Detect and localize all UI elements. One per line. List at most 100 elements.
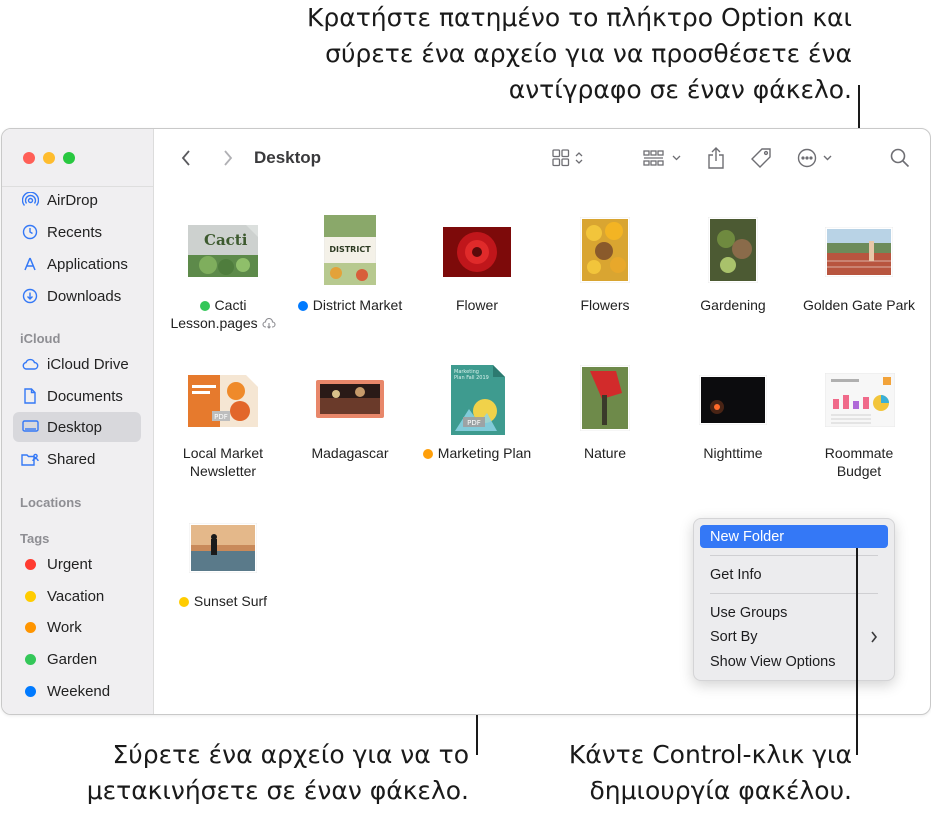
file-name: Roommate [824, 445, 894, 461]
search-button[interactable] [888, 129, 912, 187]
sidebar-item-documents[interactable]: Documents [13, 381, 141, 411]
file-name: Madagascar [311, 445, 389, 461]
file-label-marketing-plan[interactable]: Marketing Plan [407, 444, 547, 462]
menu-item-use-groups[interactable]: Use Groups [700, 601, 888, 624]
sidebar-item-recents[interactable]: Recents [13, 217, 141, 247]
menu-item-label: Sort By [710, 628, 758, 645]
sidebar-item-label: Documents [47, 387, 123, 405]
file-label-gardening[interactable]: Gardening [663, 296, 803, 314]
file-name: Sunset Surf [193, 593, 268, 609]
ellipsis-circle-icon [797, 148, 832, 168]
file-name: Cacti [214, 297, 247, 313]
sidebar-item-downloads[interactable]: Downloads [13, 281, 141, 311]
document-icon [21, 387, 39, 405]
file-label-cacti[interactable]: Cacti Lesson.pages [153, 296, 293, 332]
sidebar-tag-work[interactable]: Work [13, 612, 141, 642]
sidebar-item-label: AirDrop [47, 191, 98, 209]
file-thumb-flowers[interactable] [579, 216, 631, 284]
file-label-nighttime[interactable]: Nighttime [663, 444, 803, 462]
file-thumb-gardening[interactable] [707, 216, 759, 284]
file-name: Flower [455, 297, 498, 313]
sidebar-item-icloud-drive[interactable]: iCloud Drive [13, 349, 141, 379]
traffic-lights [23, 152, 75, 164]
clock-icon [21, 223, 39, 241]
file-label-madagascar[interactable]: Madagascar [280, 444, 420, 462]
toolbar: Desktop [154, 129, 930, 187]
file-name: Nature [583, 445, 627, 461]
sidebar-item-desktop[interactable]: Desktop [13, 412, 141, 442]
file-thumb-golden-gate-park[interactable] [824, 226, 894, 278]
file-label-local-market-newsletter[interactable]: Local Market Newsletter [153, 444, 293, 480]
forward-button[interactable] [216, 129, 240, 187]
menu-item-new-folder[interactable]: New Folder [700, 525, 888, 548]
callout-control-click: Κάντε Control-κλικ για δημιουργία φακέλο… [569, 737, 852, 809]
sidebar-tag-urgent[interactable]: Urgent [13, 549, 141, 579]
sidebar-item-airdrop[interactable]: AirDrop [13, 185, 141, 215]
sidebar-item-label: Desktop [47, 418, 103, 436]
sidebar-tag-weekend[interactable]: Weekend [13, 676, 141, 706]
file-thumb-local-market-newsletter[interactable]: PDF [188, 375, 258, 427]
file-name: Gardening [700, 297, 766, 313]
menu-item-show-view-options[interactable]: Show View Options [700, 650, 888, 673]
file-thumb-district-market[interactable]: DISTRICT [323, 214, 377, 286]
callout-line: μετακινήσετε σε έναν φάκελο. [86, 776, 469, 805]
context-menu: New Folder Get Info Use Groups Sort By S… [693, 518, 895, 681]
sidebar-tag-garden[interactable]: Garden [13, 644, 141, 674]
callout-line: σύρετε ένα αρχείο για να προσθέσετε ένα [325, 39, 852, 68]
sidebar-section-icloud: iCloud [20, 331, 61, 346]
sidebar-item-shared[interactable]: Shared [13, 444, 141, 474]
file-label-sunset-surf[interactable]: Sunset Surf [153, 592, 293, 610]
sidebar-item-label: Downloads [47, 287, 122, 305]
minimize-button[interactable] [43, 152, 55, 164]
sidebar-item-label: Shared [47, 450, 96, 468]
tag-button[interactable] [748, 129, 774, 187]
cloud-icon [21, 355, 39, 373]
view-mode-button[interactable] [549, 129, 589, 187]
menu-separator [710, 593, 878, 594]
file-thumb-flower[interactable] [443, 227, 511, 277]
file-thumb-nighttime[interactable] [698, 374, 768, 426]
file-name: District Market [312, 297, 403, 313]
file-thumb-cacti[interactable]: Cacti [188, 225, 258, 277]
callout-line: δημιουργία φακέλου. [589, 776, 852, 805]
menu-item-sort-by[interactable]: Sort By [700, 625, 888, 648]
tag-dot [21, 555, 39, 573]
file-thumb-madagascar[interactable] [316, 380, 384, 418]
file-label-golden-gate-park[interactable]: Golden Gate Park [789, 296, 929, 314]
file-label-flowers[interactable]: Flowers [535, 296, 675, 314]
sidebar-item-label: Work [47, 618, 82, 636]
file-label-roommate-budget[interactable]: Roommate Budget [789, 444, 929, 480]
sidebar-item-applications[interactable]: Applications [13, 249, 141, 279]
sidebar-section-locations: Locations [20, 495, 82, 510]
svg-text:DISTRICT: DISTRICT [329, 245, 371, 254]
shared-folder-icon [21, 450, 39, 468]
menu-item-get-info[interactable]: Get Info [700, 563, 888, 586]
sidebar-item-label: Vacation [47, 587, 105, 605]
file-thumb-sunset-surf[interactable] [188, 522, 258, 574]
tag-dot [21, 618, 39, 636]
svg-text:PDF: PDF [467, 419, 481, 427]
file-label-district-market[interactable]: District Market [280, 296, 420, 314]
file-label-nature[interactable]: Nature [535, 444, 675, 462]
sidebar-item-label: Applications [47, 255, 128, 273]
callout-option-drag: Κρατήστε πατημένο το πλήκτρο Option και … [307, 0, 852, 108]
tag-dot [21, 587, 39, 605]
airdrop-icon [21, 191, 39, 209]
window-title: Desktop [254, 148, 322, 167]
chevron-right-icon [224, 150, 233, 166]
file-thumb-marketing-plan[interactable]: PDF Marketing Plan Fall 2019 [451, 365, 505, 435]
sidebar-item-label: Weekend [47, 682, 111, 700]
back-button[interactable] [174, 129, 198, 187]
group-button[interactable] [642, 129, 686, 187]
share-button[interactable] [704, 129, 728, 187]
file-label-flower[interactable]: Flower [407, 296, 547, 314]
applications-icon [21, 255, 39, 273]
close-button[interactable] [23, 152, 35, 164]
sidebar-item-label: Urgent [47, 555, 93, 573]
file-thumb-nature[interactable] [579, 364, 631, 432]
sidebar-tag-vacation[interactable]: Vacation [13, 581, 141, 611]
more-actions-button[interactable] [796, 129, 840, 187]
callout-line: Σύρετε ένα αρχείο για να το [112, 740, 469, 769]
zoom-button[interactable] [63, 152, 75, 164]
file-thumb-roommate-budget[interactable] [824, 372, 896, 428]
